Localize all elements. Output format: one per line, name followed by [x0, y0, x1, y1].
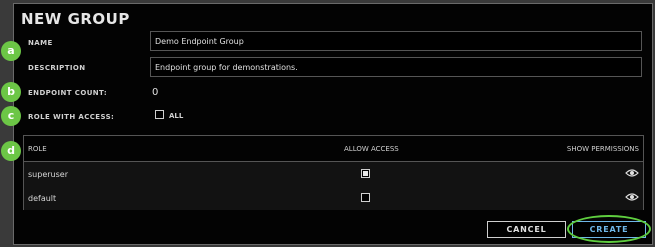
- name-label: NAME: [28, 39, 53, 47]
- role-name: default: [28, 194, 57, 203]
- annotation-marker-d: d: [1, 141, 21, 161]
- role-with-access-label: ROLE WITH ACCESS:: [28, 113, 115, 121]
- annotation-marker-b: b: [1, 82, 21, 102]
- table-row: default: [24, 186, 643, 210]
- description-label: DESCRIPTION: [28, 64, 86, 72]
- allow-access-checkbox[interactable]: [361, 193, 370, 202]
- endpoint-count-value: 0: [152, 87, 159, 98]
- dialog-title: NEW GROUP: [21, 10, 130, 28]
- eye-icon[interactable]: [625, 168, 639, 178]
- show-permissions-column-header: SHOW PERMISSIONS: [566, 145, 639, 153]
- allow-access-column-header: ALLOW ACCESS: [344, 145, 399, 153]
- all-roles-checkbox[interactable]: [155, 110, 164, 119]
- roles-table: ROLE ALLOW ACCESS SHOW PERMISSIONS super…: [23, 135, 644, 210]
- all-roles-label: ALL: [169, 112, 184, 120]
- cancel-button[interactable]: CANCEL: [487, 221, 566, 238]
- role-column-header: ROLE: [28, 145, 47, 153]
- allow-access-checkbox[interactable]: [361, 169, 370, 178]
- annotation-marker-c: c: [1, 106, 21, 126]
- description-input[interactable]: Endpoint group for demonstrations.: [150, 57, 642, 77]
- table-row: superuser: [24, 162, 643, 187]
- name-input[interactable]: Demo Endpoint Group: [150, 31, 642, 51]
- annotation-marker-a: a: [1, 41, 21, 61]
- roles-table-header: ROLE ALLOW ACCESS SHOW PERMISSIONS: [24, 136, 643, 162]
- new-group-dialog: NEW GROUP NAME Demo Endpoint Group DESCR…: [13, 3, 653, 245]
- role-name: superuser: [28, 170, 68, 179]
- create-button[interactable]: CREATE: [572, 221, 646, 238]
- endpoint-count-label: ENDPOINT COUNT:: [28, 89, 108, 97]
- eye-icon[interactable]: [625, 192, 639, 202]
